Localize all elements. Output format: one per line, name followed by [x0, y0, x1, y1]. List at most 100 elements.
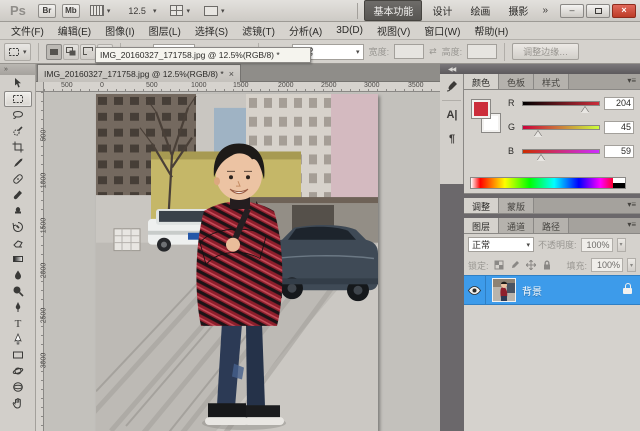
- layer-name[interactable]: 背景: [522, 283, 542, 298]
- tab-layers[interactable]: 图层: [464, 218, 500, 233]
- workspace-design[interactable]: 设计: [424, 1, 460, 20]
- bridge-launch-button[interactable]: Br: [37, 3, 56, 18]
- refine-edge-button[interactable]: 调整边缘…: [512, 43, 580, 60]
- menu-select[interactable]: 选择(S): [188, 21, 235, 40]
- menu-window[interactable]: 窗口(W): [417, 21, 467, 40]
- subtract-selection-button[interactable]: [79, 43, 96, 60]
- menu-layer[interactable]: 图层(L): [142, 21, 188, 40]
- tool-eyedropper[interactable]: [4, 155, 32, 171]
- panel-menu-icon[interactable]: ▾≡: [623, 74, 640, 89]
- menu-3d[interactable]: 3D(D): [329, 23, 370, 38]
- tool-clone-stamp[interactable]: [4, 203, 32, 219]
- tool-brush[interactable]: [4, 187, 32, 203]
- tool-path-selection[interactable]: [4, 331, 32, 347]
- tool-gradient[interactable]: [4, 251, 32, 267]
- tab-channels[interactable]: 通道: [499, 218, 535, 233]
- blue-slider-thumb[interactable]: [537, 154, 546, 161]
- opacity-value[interactable]: 100%: [580, 237, 613, 252]
- horizontal-ruler[interactable]: 500 0 500 1000 1500 2000 2500 3000 3500: [44, 82, 440, 92]
- menu-file[interactable]: 文件(F): [4, 21, 51, 40]
- fill-value[interactable]: 100%: [591, 258, 623, 272]
- photo-document[interactable]: [96, 94, 378, 431]
- paragraph-panel-button[interactable]: ¶: [440, 127, 464, 151]
- menu-edit[interactable]: 编辑(E): [51, 21, 98, 40]
- screen-mode-button[interactable]: ▾: [200, 3, 229, 19]
- tool-lasso[interactable]: [4, 107, 32, 123]
- blue-value-input[interactable]: 59: [604, 144, 634, 158]
- tool-blur[interactable]: [4, 267, 32, 283]
- tab-masks[interactable]: 蒙版: [499, 198, 535, 213]
- tools-panel-collapse[interactable]: »: [0, 64, 35, 75]
- opacity-spinner[interactable]: ▾: [616, 237, 626, 252]
- blend-mode-dropdown[interactable]: 正常 ▾: [468, 237, 534, 252]
- layer-thumbnail[interactable]: [492, 278, 516, 302]
- new-selection-button[interactable]: [45, 43, 62, 60]
- tab-close-icon[interactable]: ×: [229, 69, 234, 79]
- tab-color[interactable]: 颜色: [464, 74, 500, 89]
- height-input[interactable]: [467, 44, 498, 59]
- panel-menu-icon[interactable]: ▾≡: [623, 218, 640, 233]
- tool-quick-selection[interactable]: [4, 123, 32, 139]
- tool-3d-rotate[interactable]: [4, 363, 32, 379]
- fill-spinner[interactable]: ▾: [627, 258, 636, 272]
- view-extras-button[interactable]: ▾: [86, 3, 115, 19]
- restore-button[interactable]: [586, 3, 610, 18]
- layer-visibility-toggle[interactable]: [464, 275, 486, 305]
- tab-swatches[interactable]: 色板: [499, 74, 535, 89]
- tool-preset-dropdown[interactable]: ▾: [4, 42, 31, 61]
- dock-collapse-bar[interactable]: ◀◀: [440, 64, 640, 74]
- tool-type[interactable]: T: [4, 315, 32, 331]
- workspace-painting[interactable]: 绘画: [462, 1, 498, 20]
- blue-slider[interactable]: [522, 148, 600, 161]
- workspace-overflow-chevron[interactable]: »: [538, 5, 552, 16]
- tool-history-brush[interactable]: [4, 219, 32, 235]
- tab-adjustments[interactable]: 调整: [464, 198, 500, 213]
- lock-all-icon[interactable]: [541, 259, 553, 271]
- red-value-input[interactable]: 204: [604, 96, 634, 110]
- tool-rectangular-marquee[interactable]: [3, 91, 32, 107]
- add-selection-button[interactable]: [62, 43, 79, 60]
- tool-pen[interactable]: [4, 299, 32, 315]
- workspace-essentials[interactable]: 基本功能: [364, 0, 423, 21]
- mini-bridge-button[interactable]: Mb: [61, 3, 80, 18]
- lock-transparency-icon[interactable]: [493, 259, 505, 271]
- layer-row-background[interactable]: 背景: [464, 275, 640, 305]
- tab-styles[interactable]: 样式: [534, 74, 570, 89]
- workspace-photography[interactable]: 摄影: [500, 1, 536, 20]
- tool-hand[interactable]: [4, 395, 32, 411]
- tab-paths[interactable]: 路径: [534, 218, 570, 233]
- lock-pixels-icon[interactable]: [509, 259, 521, 271]
- document-tab[interactable]: IMG_20160327_171758.jpg @ 12.5%(RGB/8) *…: [37, 64, 241, 82]
- close-button[interactable]: ×: [612, 3, 636, 18]
- red-slider[interactable]: [522, 100, 600, 113]
- width-input[interactable]: [394, 44, 425, 59]
- zoom-level-button[interactable]: 12.5 ▾: [120, 3, 160, 19]
- menu-view[interactable]: 视图(V): [370, 21, 417, 40]
- tool-rectangle-shape[interactable]: [4, 347, 32, 363]
- tool-3d-orbit[interactable]: [4, 379, 32, 395]
- green-value-input[interactable]: 45: [604, 120, 634, 134]
- minimize-button[interactable]: –: [560, 3, 584, 18]
- tool-move[interactable]: [4, 75, 32, 91]
- lock-position-icon[interactable]: [525, 259, 537, 271]
- tool-spot-healing-brush[interactable]: [4, 171, 32, 187]
- red-slider-thumb[interactable]: [580, 106, 589, 113]
- color-spectrum-ramp[interactable]: [470, 177, 626, 189]
- swap-dimensions-icon[interactable]: ⇄: [429, 46, 437, 57]
- menu-help[interactable]: 帮助(H): [467, 21, 515, 40]
- menu-analysis[interactable]: 分析(A): [282, 21, 329, 40]
- arrange-documents-button[interactable]: ▾: [166, 3, 194, 19]
- panel-menu-icon[interactable]: ▾≡: [623, 198, 640, 213]
- ruler-origin-corner[interactable]: [36, 82, 44, 92]
- green-slider-thumb[interactable]: [533, 130, 542, 137]
- foreground-color-swatch[interactable]: [471, 99, 491, 119]
- vertical-ruler[interactable]: 500 1000 1500 2000 2500 3000: [36, 92, 48, 431]
- tool-crop[interactable]: [4, 139, 32, 155]
- tool-dodge[interactable]: [4, 283, 32, 299]
- menu-filter[interactable]: 滤镜(T): [235, 21, 282, 40]
- brush-panel-button[interactable]: [440, 74, 464, 98]
- green-slider[interactable]: [522, 124, 600, 137]
- character-panel-button[interactable]: A|: [440, 103, 464, 127]
- tool-eraser[interactable]: [4, 235, 32, 251]
- menu-image[interactable]: 图像(I): [98, 21, 141, 40]
